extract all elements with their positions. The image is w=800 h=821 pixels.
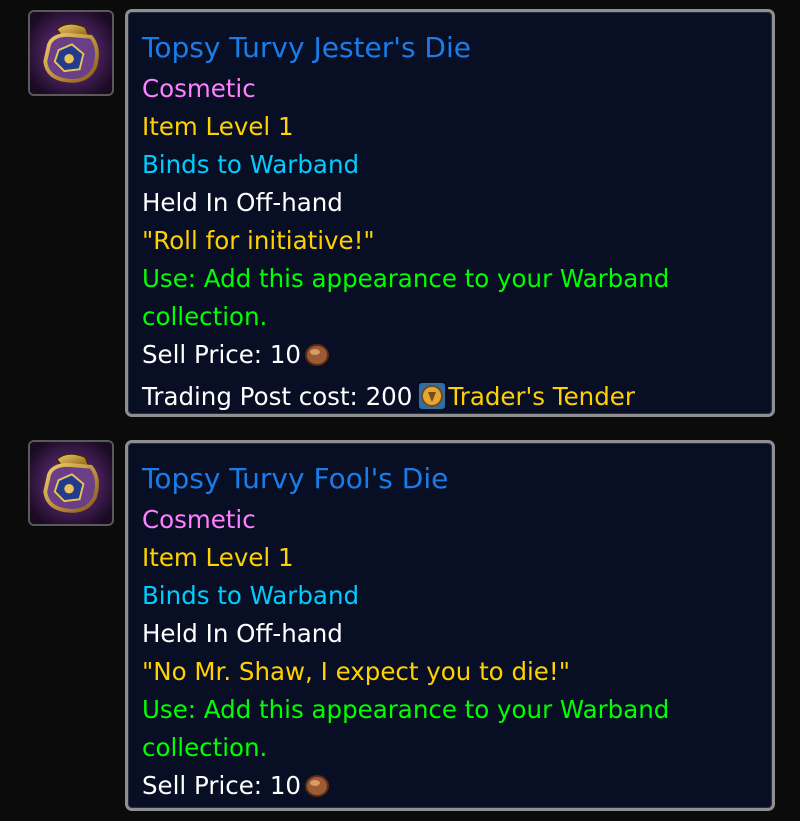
trading-post-cost: Trading Post cost: 200 Trader's Tender [142, 378, 756, 421]
equip-slot: Held In Off-hand [142, 619, 343, 648]
copper-coin-icon [303, 340, 331, 378]
sell-price: Sell Price: 10 [142, 767, 756, 809]
binding-text: Binds to Warband [142, 581, 360, 610]
use-effect: Use: Add this appearance to your Warband… [142, 695, 670, 762]
item-name: Topsy Turvy Jester's Die [142, 31, 471, 64]
dice-bag-icon [30, 12, 112, 94]
item-tooltip-jesters-die: Topsy Turvy Jester's Die Cosmetic Item L… [125, 9, 775, 417]
flavor-text: "No Mr. Shaw, I expect you to die!" [142, 657, 570, 686]
cosmetic-label: Cosmetic [142, 505, 256, 534]
item-level: Item Level 1 [142, 112, 294, 141]
trading-post-label: Trading Post cost: 200 [142, 382, 413, 411]
copper-coin-icon [303, 771, 331, 809]
item-name: Topsy Turvy Fool's Die [142, 462, 449, 495]
item-tooltip-fools-die: Topsy Turvy Fool's Die Cosmetic Item Lev… [125, 440, 775, 811]
dice-bag-icon [30, 442, 112, 524]
binding-text: Binds to Warband [142, 150, 360, 179]
flavor-text: "Roll for initiative!" [142, 226, 375, 255]
traders-tender-icon [418, 382, 446, 421]
item-icon-fools-die[interactable] [28, 440, 114, 526]
cosmetic-label: Cosmetic [142, 74, 256, 103]
use-effect: Use: Add this appearance to your Warband… [142, 264, 670, 331]
sell-price-label: Sell Price: 10 [142, 771, 302, 800]
item-level: Item Level 1 [142, 543, 294, 572]
sell-price-label: Sell Price: 10 [142, 340, 302, 369]
sell-price: Sell Price: 10 [142, 336, 756, 378]
item-icon-jesters-die[interactable] [28, 10, 114, 96]
equip-slot: Held In Off-hand [142, 188, 343, 217]
traders-tender-label: Trader's Tender [448, 382, 635, 411]
